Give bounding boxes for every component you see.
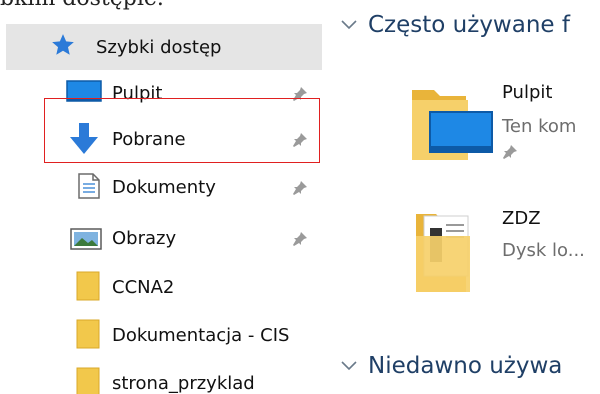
sidebar-item-label: Dokumenty: [112, 176, 216, 198]
desktop-folder-icon: [412, 90, 493, 160]
folder-icon: [76, 367, 100, 394]
section-title: Niedawno używa: [368, 353, 563, 379]
sidebar-item-documents[interactable]: Dokumenty: [0, 164, 332, 210]
tile-subtitle: Dysk lo...: [502, 240, 585, 261]
tile-title: Pulpit: [502, 82, 553, 103]
document-icon: [78, 173, 100, 199]
sidebar-item-label: Szybki dostęp: [96, 36, 222, 58]
sidebar-item-pictures[interactable]: Obrazy: [0, 215, 332, 261]
pin-icon: [503, 145, 517, 159]
sidebar-item-quick-access[interactable]: Szybki dostęp: [6, 24, 322, 70]
folder-icon: [76, 271, 100, 301]
navigation-pane: Szybki dostęp Pulpit Pobrane Dokumenty O…: [0, 0, 332, 394]
sidebar-item-label: CCNA2: [112, 276, 175, 298]
pin-icon[interactable]: [292, 231, 308, 247]
pictures-icon: [70, 228, 102, 250]
section-header-recent-files[interactable]: Niedawno używa: [340, 353, 562, 379]
section-title: Często używane f: [368, 12, 570, 38]
folder-icon: [416, 214, 470, 292]
sidebar-item-label: strona_przyklad: [112, 372, 255, 394]
red-highlight-annotation: [44, 98, 320, 163]
section-header-frequent-folders[interactable]: Często używane f: [340, 12, 570, 38]
sidebar-item-dokumentacja[interactable]: Dokumentacja - CIS: [0, 312, 332, 358]
tile-title: ZDZ: [502, 208, 541, 229]
sidebar-item-ccna2[interactable]: CCNA2: [0, 264, 332, 310]
chevron-down-icon[interactable]: [340, 357, 358, 375]
sidebar-item-strona-przyklad[interactable]: strona_przyklad: [0, 360, 332, 394]
pin-icon[interactable]: [292, 180, 308, 196]
sidebar-item-label: Obrazy: [112, 227, 177, 249]
file-explorer-screenshot: bkim dostępie. Szybki dostęp Pulpit: [0, 0, 600, 394]
tile-subtitle: Ten kom: [502, 116, 577, 137]
sidebar-item-label: Dokumentacja - CIS: [112, 324, 290, 346]
folder-icon: [76, 319, 100, 349]
star-icon: [52, 34, 74, 55]
chevron-down-icon[interactable]: [340, 16, 358, 34]
